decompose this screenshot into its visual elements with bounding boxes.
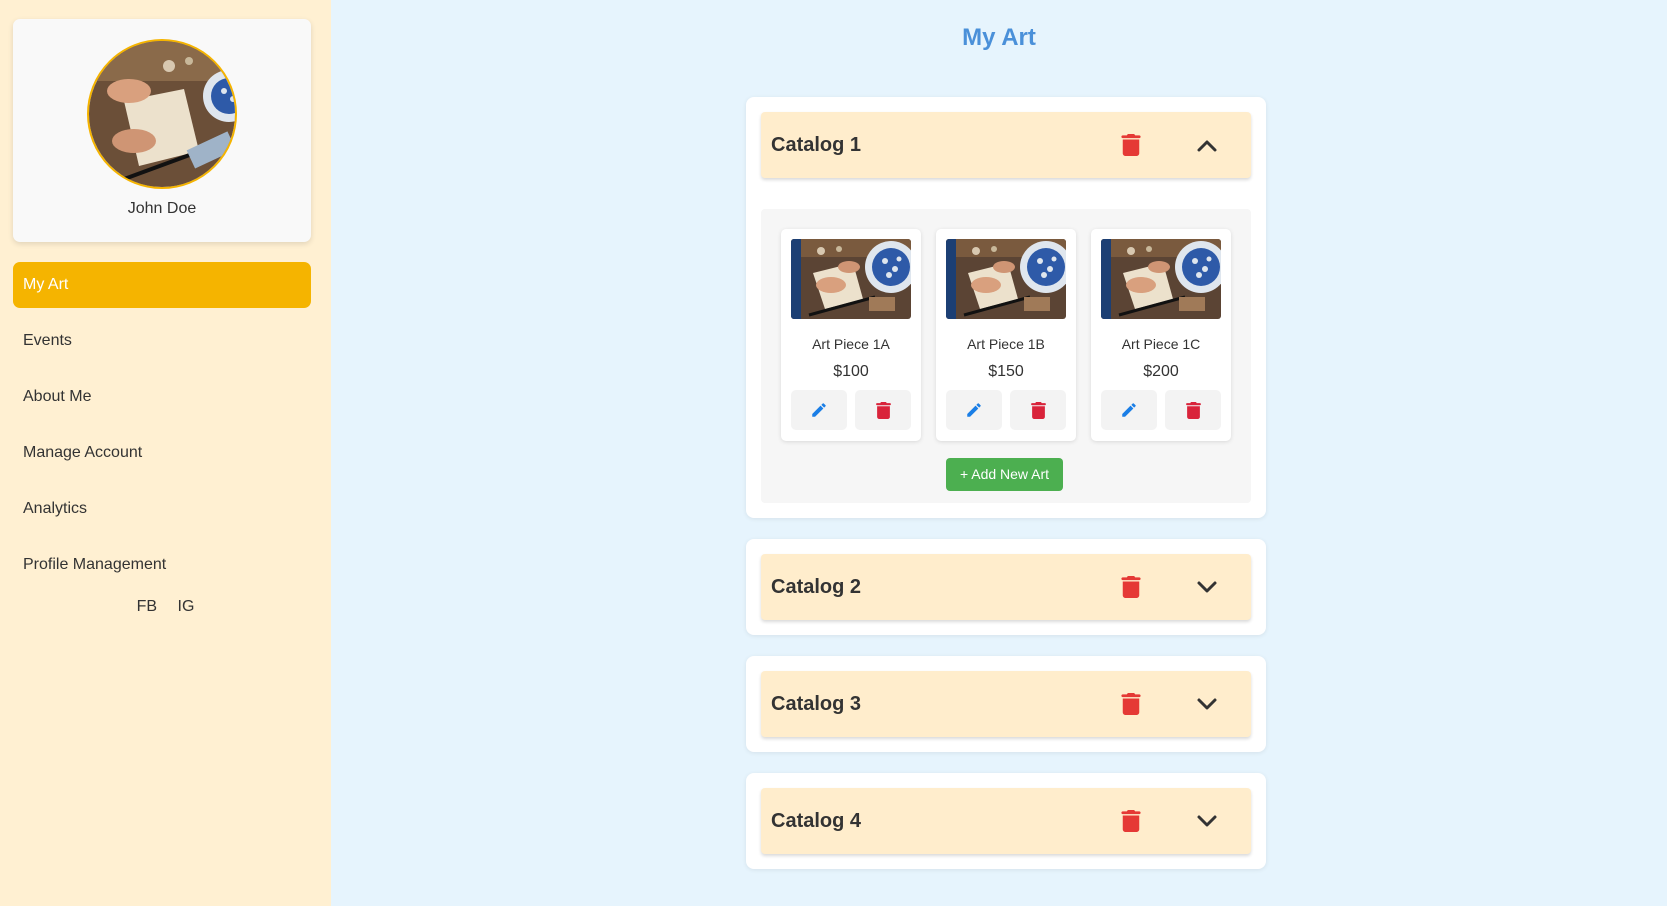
art-price: $200 [1143,363,1179,380]
trash-icon [1031,402,1046,419]
catalog-header[interactable]: Catalog 3 [761,671,1251,737]
art-thumbnail [1101,239,1221,319]
chevron-down-icon[interactable] [1196,577,1218,597]
catalog-header[interactable]: Catalog 2 [761,554,1251,620]
profile-name: John Doe [127,200,197,217]
art-name: Art Piece 1C [1121,336,1201,352]
delete-art-button[interactable] [855,390,911,430]
sidebar-nav: My Art Events About Me Manage Account An… [13,262,311,598]
catalog-panel: Catalog 1 Art Piece 1A $100 Art Piece 1B… [746,97,1266,518]
art-price: $150 [988,363,1024,380]
chevron-down-icon[interactable] [1196,811,1218,831]
social-links: FB IG [0,598,331,616]
catalog-panel: Catalog 4 [746,773,1266,869]
catalog-title: Catalog 3 [771,693,862,715]
catalog-title: Catalog 4 [771,810,862,832]
sidebar-item-about-me[interactable]: About Me [13,374,311,420]
delete-art-button[interactable] [1165,390,1221,430]
sidebar-item-analytics[interactable]: Analytics [13,486,311,532]
pencil-icon [1120,401,1138,419]
art-card: Art Piece 1B $150 [936,229,1076,441]
art-name: Art Piece 1A [812,336,890,352]
trash-icon [1186,402,1201,419]
pencil-icon [965,401,983,419]
pencil-icon [810,401,828,419]
profile-card: John Doe [13,19,311,242]
art-thumbnail [946,239,1066,319]
edit-art-button[interactable] [946,390,1002,430]
sidebar-item-manage-account[interactable]: Manage Account [13,430,311,476]
facebook-link[interactable]: FB [137,598,157,615]
trash-icon[interactable] [1121,693,1141,715]
sidebar: John Doe My Art Events About Me Manage A… [0,0,331,906]
catalog-header[interactable]: Catalog 4 [761,788,1251,854]
trash-icon[interactable] [1121,810,1141,832]
add-new-art-button[interactable]: + Add New Art [946,458,1063,491]
art-price: $100 [833,363,869,380]
art-card: Art Piece 1A $100 [781,229,921,441]
catalog-title: Catalog 2 [771,576,862,598]
catalog-panel: Catalog 3 [746,656,1266,752]
instagram-link[interactable]: IG [178,598,195,615]
edit-art-button[interactable] [1101,390,1157,430]
page-title: My Art [962,24,1036,51]
chevron-down-icon[interactable] [1196,694,1218,714]
art-name: Art Piece 1B [967,336,1045,352]
catalog-art-grid: Art Piece 1A $100 Art Piece 1B $150 Art … [761,209,1251,503]
delete-art-button[interactable] [1010,390,1066,430]
chevron-up-icon[interactable] [1196,135,1218,155]
art-card: Art Piece 1C $200 [1091,229,1231,441]
art-thumbnail [791,239,911,319]
sidebar-item-events[interactable]: Events [13,318,311,364]
edit-art-button[interactable] [791,390,847,430]
catalog-panel: Catalog 2 [746,539,1266,635]
trash-icon[interactable] [1121,134,1141,156]
sidebar-item-profile-management[interactable]: Profile Management [13,542,311,588]
catalog-title: Catalog 1 [771,134,862,156]
catalog-header[interactable]: Catalog 1 [761,112,1251,178]
trash-icon [876,402,891,419]
trash-icon[interactable] [1121,576,1141,598]
avatar [87,39,237,189]
sidebar-item-my-art[interactable]: My Art [13,262,311,308]
